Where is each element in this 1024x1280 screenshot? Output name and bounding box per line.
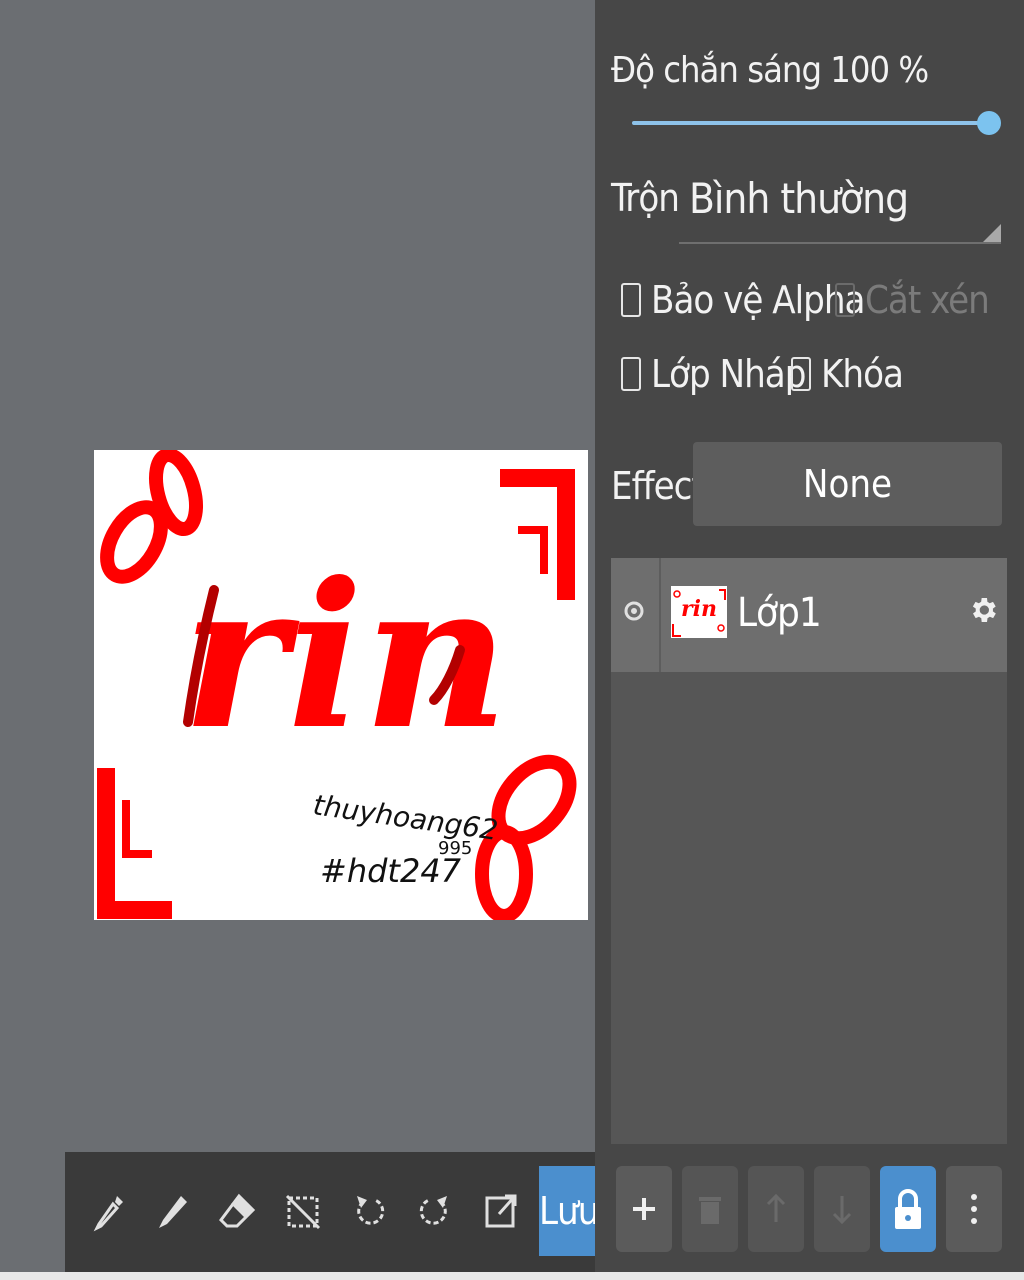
bottom-strip bbox=[0, 1272, 1024, 1280]
signature-line2: #hdt247 bbox=[320, 852, 462, 890]
layer-row[interactable]: rin Lớp1 bbox=[611, 558, 1007, 672]
checkbox-box[interactable] bbox=[621, 357, 641, 391]
more-icon bbox=[971, 1194, 977, 1224]
effect-label: Effect bbox=[611, 464, 705, 508]
opacity-slider[interactable] bbox=[632, 105, 1001, 141]
layer-name: Lớp1 bbox=[737, 590, 822, 636]
lock-label: Khóa bbox=[821, 352, 904, 396]
add-layer-button[interactable] bbox=[616, 1166, 672, 1252]
blend-mode-select[interactable]: Bình thường bbox=[679, 162, 1001, 244]
protect-alpha-label: Bảo vệ Alpha bbox=[651, 278, 865, 322]
svg-text:rin: rin bbox=[681, 596, 717, 622]
delete-layer-button[interactable] bbox=[682, 1166, 738, 1252]
blend-mode-label: Trộn bbox=[611, 176, 680, 220]
canvas-area[interactable]: rin thuyhoang62 995 #hdt247 bbox=[0, 0, 595, 1152]
redo-icon[interactable] bbox=[415, 1190, 455, 1234]
layer-divider bbox=[659, 558, 661, 672]
pen-icon[interactable] bbox=[153, 1190, 193, 1234]
draft-layer-checkbox[interactable]: Lớp Nháp bbox=[621, 352, 806, 396]
protect-alpha-checkbox[interactable]: Bảo vệ Alpha bbox=[621, 278, 865, 322]
lock-layer-button[interactable] bbox=[880, 1166, 936, 1252]
checkbox-box[interactable] bbox=[621, 283, 641, 317]
layer-properties-panel: Độ chắn sáng 100 % Trộn Bình thường Bảo … bbox=[595, 0, 1024, 1272]
save-button[interactable]: Lưu bbox=[539, 1166, 595, 1256]
effect-value: None bbox=[802, 462, 893, 506]
clipping-checkbox[interactable]: Cắt xén bbox=[835, 278, 990, 322]
eraser-icon[interactable] bbox=[217, 1190, 257, 1234]
gear-icon[interactable] bbox=[967, 594, 999, 626]
more-options-button[interactable] bbox=[946, 1166, 1002, 1252]
eyedropper-icon[interactable] bbox=[89, 1190, 129, 1234]
blend-mode-value: Bình thường bbox=[689, 174, 909, 223]
layer-list[interactable]: rin Lớp1 bbox=[611, 558, 1007, 1144]
export-icon[interactable] bbox=[481, 1190, 521, 1234]
effect-button[interactable]: None bbox=[693, 442, 1002, 526]
artwork-drawing: rin thuyhoang62 995 #hdt247 bbox=[97, 450, 577, 920]
dropdown-arrow-icon bbox=[983, 224, 1001, 242]
undo-icon[interactable] bbox=[349, 1190, 389, 1234]
move-layer-down-button[interactable] bbox=[814, 1166, 870, 1252]
draft-layer-label: Lớp Nháp bbox=[651, 352, 806, 396]
arrow-up-icon bbox=[766, 1193, 786, 1222]
move-layer-up-button[interactable] bbox=[748, 1166, 804, 1252]
add-icon bbox=[633, 1198, 655, 1220]
artwork[interactable]: rin thuyhoang62 995 #hdt247 bbox=[94, 450, 588, 920]
arrow-down-icon bbox=[832, 1196, 852, 1225]
eye-icon[interactable] bbox=[623, 600, 645, 622]
lock-checkbox[interactable]: Khóa bbox=[791, 352, 904, 396]
opacity-label: Độ chắn sáng 100 % bbox=[611, 50, 929, 91]
deselect-icon[interactable] bbox=[283, 1190, 323, 1234]
clipping-label: Cắt xén bbox=[865, 278, 990, 322]
opacity-slider-track[interactable] bbox=[632, 121, 987, 125]
layer-thumbnail: rin bbox=[671, 586, 727, 638]
opacity-slider-thumb[interactable] bbox=[977, 111, 1001, 135]
checkbox-box[interactable] bbox=[791, 357, 811, 391]
lock-icon bbox=[895, 1189, 921, 1229]
checkbox-box[interactable] bbox=[835, 283, 855, 317]
trash-icon bbox=[699, 1197, 721, 1224]
bottom-toolbar: Lưu bbox=[65, 1152, 595, 1272]
